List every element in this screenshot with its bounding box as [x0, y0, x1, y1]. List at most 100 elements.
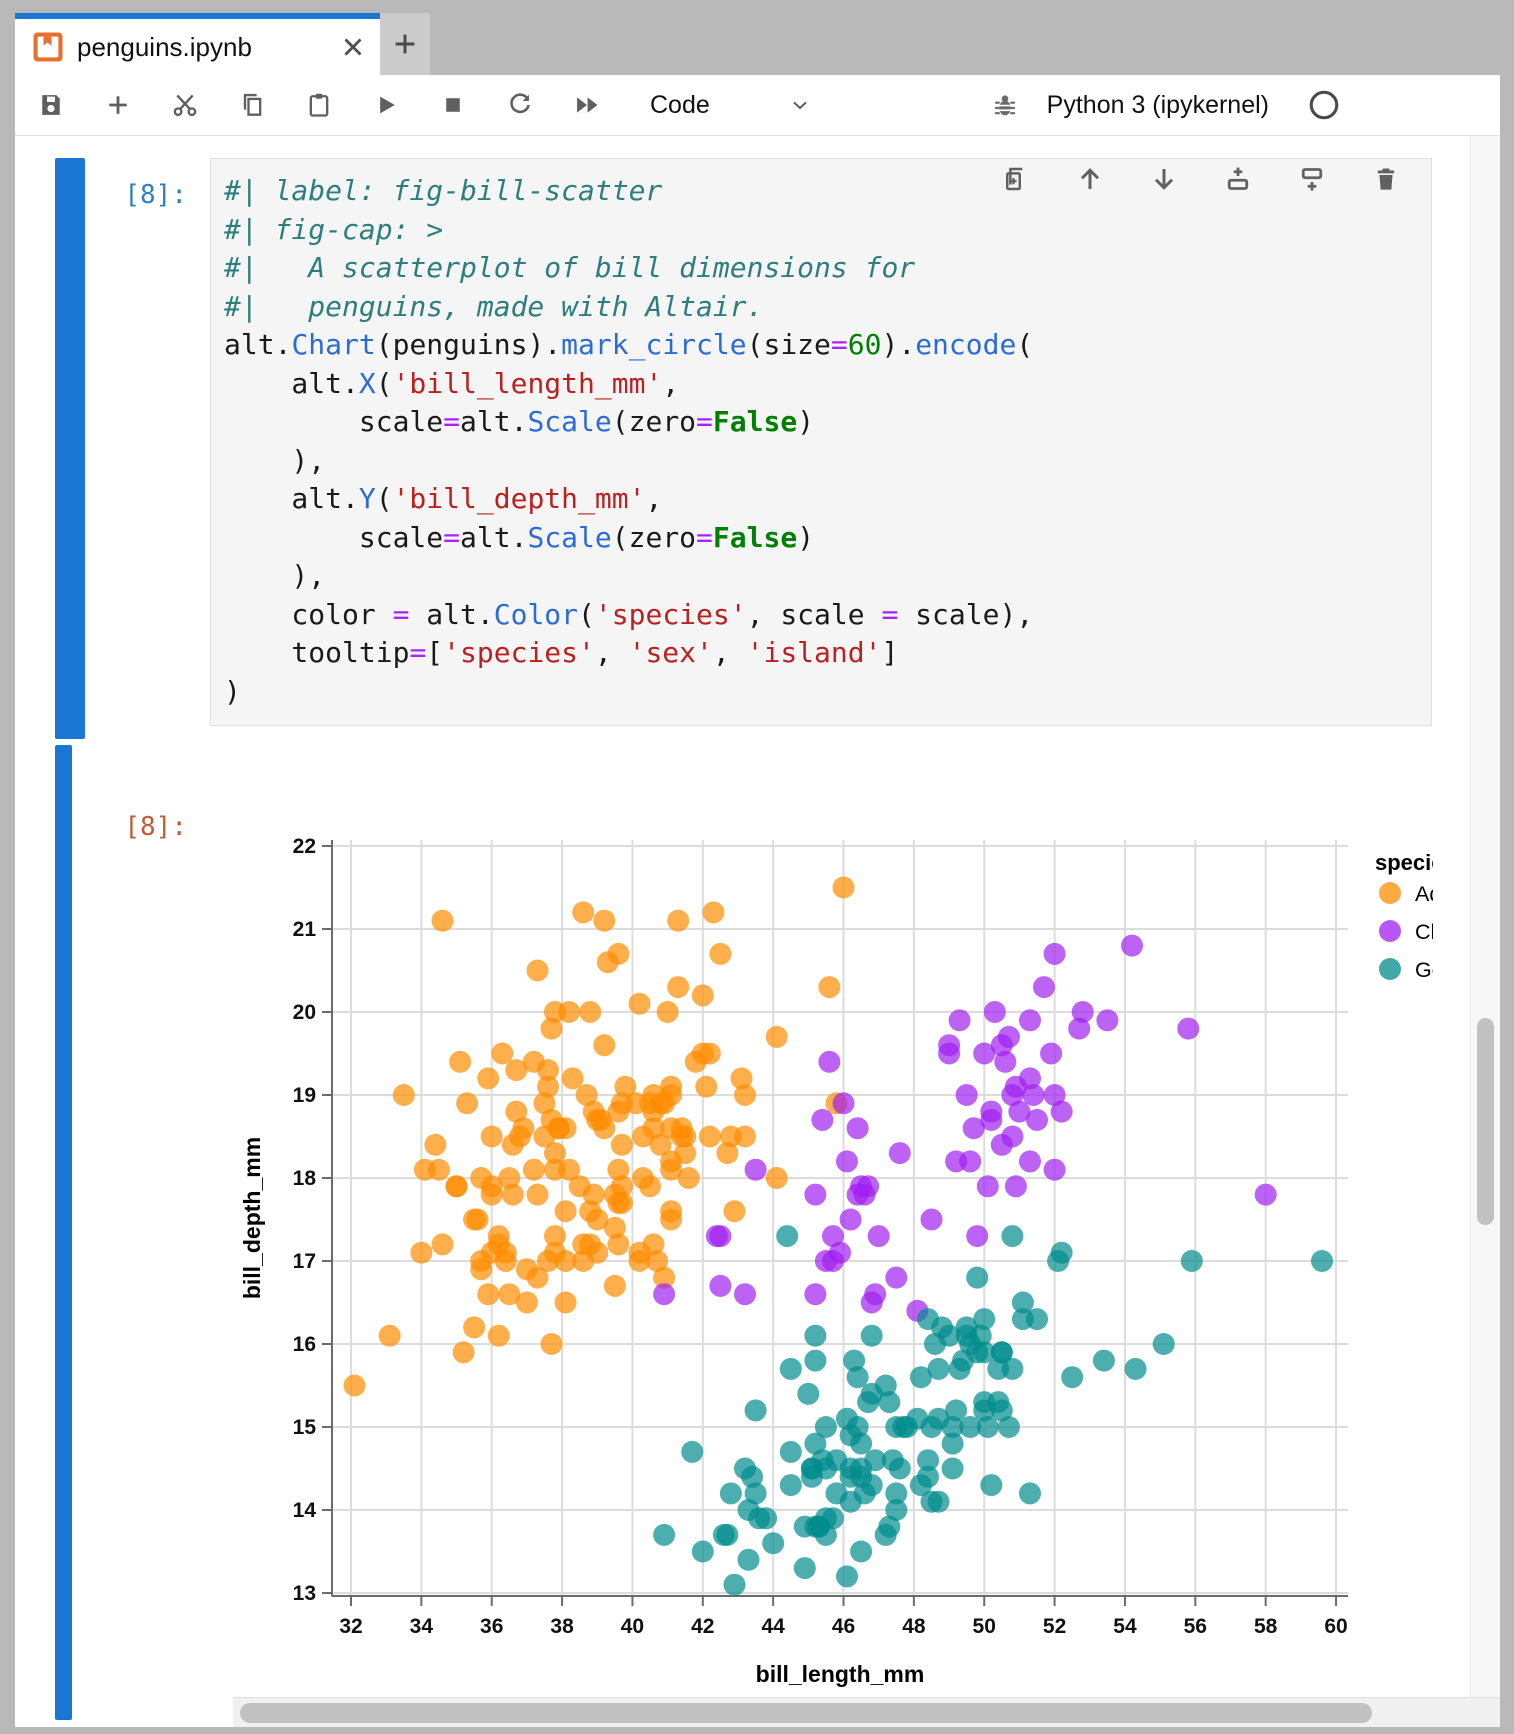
y-tick-label: 15 — [293, 1416, 317, 1439]
jupyterlab-window: penguins.ipynb — [0, 0, 1514, 1734]
code-line: alt.X('bill_length_mm', — [224, 365, 1431, 404]
close-icon[interactable] — [338, 32, 368, 62]
y-axis-title: bill_depth_mm — [239, 1137, 265, 1299]
stop-icon — [439, 91, 467, 119]
output-cell-collapser[interactable] — [55, 745, 72, 1720]
series-adelie — [344, 877, 855, 1397]
y-tick-label: 21 — [293, 918, 317, 941]
restart-kernel-button[interactable] — [486, 79, 553, 131]
y-tick-label: 17 — [293, 1250, 316, 1273]
y-axis: 13 14 15 16 17 18 19 20 21 22 bill_depth_mm — [239, 835, 332, 1605]
code-line: ) — [224, 673, 1431, 712]
x-tick-label: 34 — [410, 1615, 434, 1638]
kernel-name[interactable]: Python 3 (ipykernel) — [1047, 91, 1269, 120]
horizontal-scrollbar-thumb[interactable] — [240, 1703, 1372, 1723]
tab-title: penguins.ipynb — [77, 32, 338, 63]
legend-title: species — [1375, 850, 1433, 875]
code-line: tooltip=['species', 'sex', 'island'] — [224, 634, 1431, 673]
code-cell-collapser[interactable] — [55, 158, 85, 739]
paste-icon — [305, 91, 333, 119]
code-line: #| penguins, made with Altair. — [224, 288, 1431, 327]
tab-penguins-ipynb[interactable]: penguins.ipynb — [15, 13, 380, 75]
chart-output: 323436384042444648505254565860bill_lengt… — [230, 752, 1433, 1712]
chevron-down-icon — [788, 93, 812, 117]
x-tick-label: 46 — [832, 1615, 855, 1638]
legend-swatch — [1379, 958, 1401, 980]
y-tick-label: 16 — [293, 1333, 316, 1356]
code-line: scale=alt.Scale(zero=False) — [224, 403, 1431, 442]
x-tick-label: 38 — [550, 1615, 574, 1638]
code-line: scale=alt.Scale(zero=False) — [224, 519, 1431, 558]
run-all-button[interactable] — [553, 79, 620, 131]
cell-type-dropdown[interactable]: Code — [636, 79, 826, 131]
debugger-icon[interactable] — [991, 91, 1019, 119]
x-tick-label: 56 — [1184, 1615, 1207, 1638]
x-axis-title: bill_length_mm — [756, 1661, 925, 1687]
paste-button[interactable] — [285, 79, 352, 131]
x-tick-label: 48 — [902, 1615, 926, 1638]
vertical-scrollbar-thumb[interactable] — [1477, 1018, 1494, 1225]
y-tick-label: 14 — [293, 1499, 317, 1522]
notebook-icon — [33, 32, 63, 62]
kernel-status-icon[interactable] — [1307, 88, 1341, 122]
restart-icon — [506, 91, 534, 119]
code-line: #| A scatterplot of bill dimensions for — [224, 249, 1431, 288]
x-tick-label: 42 — [691, 1615, 714, 1638]
tab-bar: penguins.ipynb — [0, 0, 1514, 75]
duplicate-cell-button[interactable] — [1001, 164, 1031, 194]
notebook-toolbar: Code Python 3 (ipykernel) — [15, 75, 1500, 136]
y-tick-label: 22 — [293, 835, 316, 858]
legend-swatch — [1379, 920, 1401, 942]
x-tick-label: 36 — [480, 1615, 503, 1638]
run-button[interactable] — [352, 79, 419, 131]
save-button[interactable] — [17, 79, 84, 131]
legend-swatch — [1379, 882, 1401, 904]
delete-cell-icon[interactable] — [1371, 164, 1401, 194]
y-tick-label: 20 — [293, 1001, 316, 1024]
cell-type-value: Code — [650, 91, 710, 120]
code-line: ), — [224, 442, 1431, 481]
cell-toolbar — [1001, 164, 1401, 194]
legend-label: Chinstrap — [1415, 920, 1433, 944]
run-icon — [372, 91, 400, 119]
x-tick-label: 58 — [1254, 1615, 1278, 1638]
legend-label: Gentoo — [1415, 958, 1433, 982]
vertical-scrollbar[interactable] — [1470, 136, 1500, 1727]
horizontal-scrollbar[interactable] — [233, 1697, 1500, 1727]
y-tick-label: 18 — [293, 1167, 317, 1190]
notebook-area: [8]: #| label: fig-bill-scatter#| fig-ca… — [15, 136, 1500, 1727]
x-tick-label: 44 — [761, 1615, 785, 1638]
y-tick-label: 19 — [293, 1084, 316, 1107]
run-all-icon — [573, 91, 601, 119]
code-cell-editor[interactable]: #| label: fig-bill-scatter#| fig-cap: >#… — [210, 158, 1432, 726]
x-tick-label: 52 — [1043, 1615, 1066, 1638]
legend-label: Adelie — [1415, 882, 1433, 906]
new-tab-button[interactable] — [380, 13, 430, 75]
legend: species Adelie Chinstrap Gentoo — [1375, 850, 1433, 982]
scatter-chart[interactable]: 323436384042444648505254565860bill_lengt… — [230, 752, 1433, 1712]
insert-above-icon[interactable] — [1223, 164, 1253, 194]
code-line: color = alt.Color('species', scale = sca… — [224, 596, 1431, 635]
insert-cell-button[interactable] — [84, 79, 151, 131]
save-icon — [37, 91, 65, 119]
move-up-icon[interactable] — [1075, 164, 1105, 194]
plus-icon — [104, 91, 132, 119]
move-down-icon[interactable] — [1149, 164, 1179, 194]
code-block[interactable]: #| label: fig-bill-scatter#| fig-cap: >#… — [211, 159, 1431, 711]
series-gentoo — [653, 1225, 1333, 1596]
cut-button[interactable] — [151, 79, 218, 131]
cut-icon — [171, 91, 199, 119]
x-axis: 323436384042444648505254565860bill_lengt… — [332, 1596, 1348, 1687]
code-line: alt.Y('bill_depth_mm', — [224, 480, 1431, 519]
notebook-panel: Code Python 3 (ipykernel) [8]: — [15, 75, 1500, 1727]
x-tick-label: 40 — [621, 1615, 644, 1638]
copy-icon — [238, 91, 266, 119]
stop-button[interactable] — [419, 79, 486, 131]
x-tick-label: 32 — [339, 1615, 362, 1638]
x-tick-label: 50 — [973, 1615, 996, 1638]
y-tick-label: 13 — [293, 1582, 316, 1605]
x-tick-label: 60 — [1324, 1615, 1347, 1638]
code-line: ), — [224, 557, 1431, 596]
copy-button[interactable] — [218, 79, 285, 131]
insert-below-icon[interactable] — [1297, 164, 1327, 194]
